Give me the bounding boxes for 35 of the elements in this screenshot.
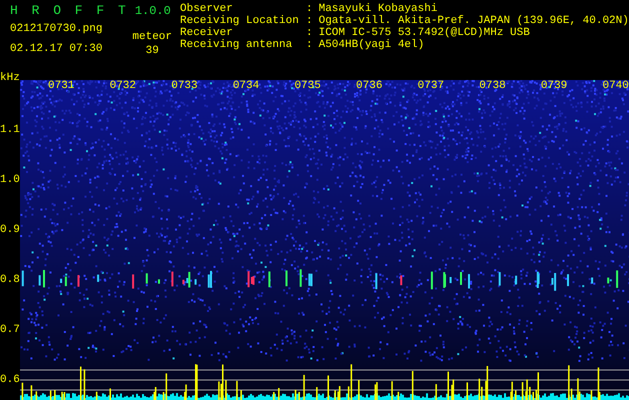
info-label: Receiving antenna xyxy=(180,39,294,51)
frequency-label: 0.6 xyxy=(0,374,20,386)
frequency-label: 0.8 xyxy=(0,274,20,286)
meteor-label: meteor xyxy=(132,31,172,43)
time-label: 0735 xyxy=(294,80,321,92)
info-value: ICOM IC-575 53.7492(@LCD)MHz USB xyxy=(318,27,530,39)
info-value: Ogata-vill. Akita-Pref. JAPAN (139.96E, 40.02N) xyxy=(318,15,629,27)
info-label: Observer xyxy=(180,3,234,15)
date-time: 02.12.17 07:30 xyxy=(10,43,102,55)
time-label: 0739 xyxy=(540,80,568,92)
app-version: 1.0.0 xyxy=(134,5,171,17)
frequency-label: 1.0 xyxy=(0,174,20,186)
info-value: A504HB(yagi 4el) xyxy=(318,39,424,51)
time-label: 0737 xyxy=(418,80,444,92)
separator-colon: : xyxy=(305,27,314,39)
time-label: 0733 xyxy=(171,80,198,92)
frequency-label: 0.7 xyxy=(0,324,20,336)
time-label: 0734 xyxy=(232,80,260,92)
file-name: 0212170730.png xyxy=(10,23,102,35)
separator-colon: : xyxy=(305,3,314,15)
time-label: 0731 xyxy=(48,80,74,92)
app-title: H R O F F T xyxy=(10,3,129,19)
separator-colon: : xyxy=(305,15,314,27)
time-label: 0738 xyxy=(479,80,506,92)
time-label: 0736 xyxy=(356,80,382,92)
time-label: 0740 xyxy=(602,80,629,92)
info-value: Masayuki Kobayashi xyxy=(318,3,438,15)
info-label: Receiver xyxy=(180,27,234,39)
unit-label: kHz xyxy=(0,72,20,84)
frequency-label: 1.1 xyxy=(0,124,20,136)
time-label: 0732 xyxy=(110,80,136,92)
info-label: Receiving Location xyxy=(180,15,300,27)
separator-colon: : xyxy=(305,39,314,51)
meteor-count: 39 xyxy=(146,45,159,57)
frequency-label: 0.9 xyxy=(0,224,20,236)
